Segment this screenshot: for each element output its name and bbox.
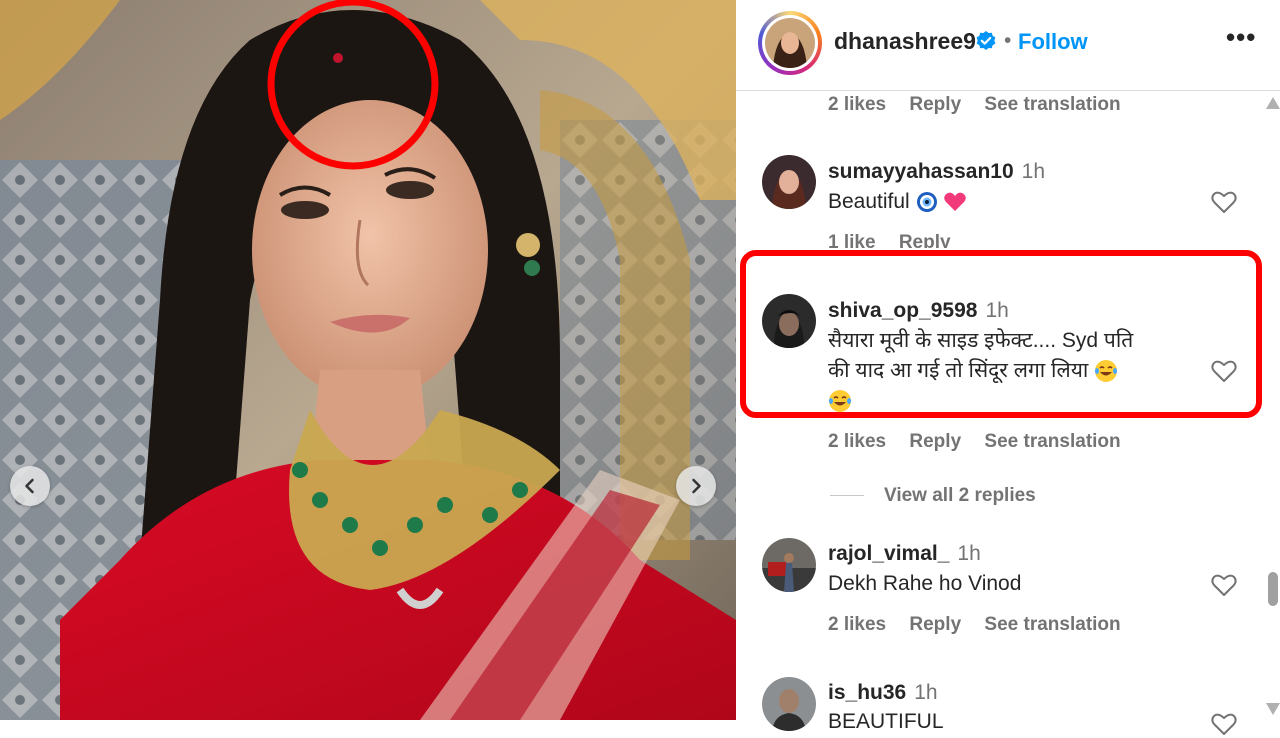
see-translation-button[interactable]: See translation — [984, 614, 1120, 635]
laughing-tears-icon — [1095, 360, 1118, 383]
comment-time: 1h — [957, 542, 981, 565]
commenter-avatar-image — [762, 677, 816, 731]
likes-count[interactable]: 2 likes — [828, 94, 886, 115]
reply-button[interactable]: Reply — [909, 431, 961, 452]
chevron-left-icon — [25, 478, 34, 494]
comment-text: BEAUTIFUL — [828, 707, 944, 737]
comment-username[interactable]: shiva_op_9598 1h — [828, 299, 1009, 323]
commenter-avatar-image — [762, 294, 816, 348]
comment-username[interactable]: sumayyahassan10 1h — [828, 160, 1045, 184]
author-avatar[interactable] — [758, 11, 822, 75]
likes-count[interactable]: 2 likes — [828, 431, 886, 452]
author-username[interactable]: dhanashree9 — [834, 28, 976, 55]
comment-meta: 2 likes Reply See translation — [828, 431, 1139, 453]
chevron-right-icon — [692, 478, 701, 494]
post-photo — [0, 0, 736, 720]
follow-button[interactable]: Follow — [1018, 29, 1088, 55]
comment-time: 1h — [914, 681, 938, 704]
carousel-prev-button[interactable] — [10, 466, 50, 506]
likes-count[interactable]: 2 likes — [828, 614, 886, 635]
comment-body: Dekh Rahe ho Vinod — [828, 572, 1022, 595]
laughing-tears-icon — [829, 390, 851, 413]
comment-time: 1h — [985, 299, 1009, 322]
see-translation-button[interactable]: See translation — [984, 431, 1120, 452]
comment-text: Beautiful — [828, 187, 967, 217]
comment-username-text[interactable]: shiva_op_9598 — [828, 299, 977, 322]
carousel-next-button[interactable] — [676, 466, 716, 506]
post-header: dhanashree9 • Follow ••• — [736, 0, 1280, 91]
commenter-avatar[interactable] — [762, 677, 816, 731]
verified-badge-icon — [976, 31, 996, 50]
more-options-icon[interactable]: ••• — [1226, 22, 1256, 53]
commenter-avatar[interactable] — [762, 294, 816, 348]
commenter-avatar[interactable] — [762, 155, 816, 209]
comment-text: सैयारा मूवी के साइड इफेक्ट.... Syd पति क… — [828, 326, 1198, 416]
scroll-down-arrow-icon[interactable] — [1266, 703, 1280, 715]
replies-divider — [830, 495, 864, 496]
comment-body-line-1: सैयारा मूवी के साइड इफेक्ट.... Syd पति — [828, 329, 1134, 352]
reply-button[interactable]: Reply — [909, 614, 961, 635]
comment-body: BEAUTIFUL — [828, 710, 944, 733]
reply-button[interactable]: Reply — [909, 94, 961, 115]
comment-username-text[interactable]: rajol_vimal_ — [828, 542, 949, 565]
commenter-avatar-image — [762, 538, 816, 592]
like-comment-heart-icon[interactable] — [1210, 571, 1238, 599]
comment-time: 1h — [1021, 160, 1045, 183]
comment-username-text[interactable]: sumayyahassan10 — [828, 160, 1014, 183]
nazar-icon — [916, 192, 937, 213]
view-replies-button[interactable]: View all 2 replies — [884, 485, 1036, 507]
commenter-avatar-image — [762, 155, 816, 209]
heart-icon — [944, 193, 967, 212]
like-comment-heart-icon[interactable] — [1210, 357, 1238, 385]
see-translation-button[interactable]: See translation — [984, 94, 1120, 115]
comment-body: Beautiful — [828, 190, 910, 213]
comments-panel: dhanashree9 • Follow ••• 2 likes Reply S… — [736, 0, 1280, 735]
comment-username-text[interactable]: is_hu36 — [828, 681, 906, 704]
like-comment-heart-icon[interactable] — [1210, 710, 1238, 738]
like-comment-heart-icon[interactable] — [1210, 188, 1238, 216]
comment-body-line-2: की याद आ गई तो सिंदूर लगा लिया — [828, 359, 1089, 382]
scroll-up-arrow-icon[interactable] — [1266, 97, 1280, 109]
commenter-avatar[interactable] — [762, 538, 816, 592]
comment-username[interactable]: rajol_vimal_ 1h — [828, 542, 981, 566]
comment-meta: 2 likes Reply See translation — [828, 94, 1139, 116]
post-media — [0, 0, 736, 720]
author-avatar-image — [765, 18, 815, 68]
comment-text: Dekh Rahe ho Vinod — [828, 569, 1021, 599]
comment-username[interactable]: is_hu36 1h — [828, 681, 938, 705]
scrollbar-thumb[interactable] — [1268, 572, 1278, 606]
comment-meta: 2 likes Reply See translation — [828, 614, 1139, 636]
separator-dot: • — [1004, 29, 1012, 52]
